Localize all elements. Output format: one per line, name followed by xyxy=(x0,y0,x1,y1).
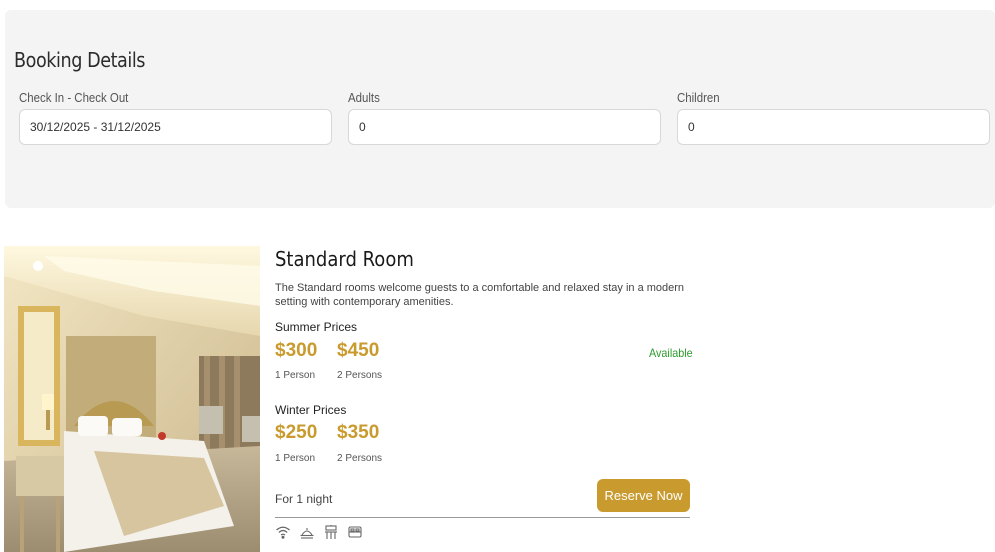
booking-title: Booking Details xyxy=(14,48,146,72)
room-image xyxy=(4,246,260,552)
winter-price-1-person: $250 xyxy=(275,422,318,443)
summer-persons-1-label: 1 Person xyxy=(275,370,316,381)
nights-label: For 1 night xyxy=(275,492,333,506)
summer-prices-label: Summer Prices xyxy=(275,320,358,334)
checkin-checkout-input[interactable]: 30/12/2025 - 31/12/2025 xyxy=(19,109,332,145)
summer-price-2-persons: $450 xyxy=(337,340,380,361)
adults-label: Adults xyxy=(348,90,380,105)
amenity-icons xyxy=(275,524,363,540)
bed-icon xyxy=(347,524,363,540)
winter-price-2-persons: $350 xyxy=(337,422,380,443)
winter-persons-2-label: 2 Persons xyxy=(337,453,383,464)
reserve-now-button[interactable]: Reserve Now xyxy=(597,479,690,512)
adults-input[interactable]: 0 xyxy=(348,109,661,145)
furniture-icon xyxy=(323,524,339,540)
winter-prices-label: Winter Prices xyxy=(275,403,347,417)
availability-status: Available xyxy=(649,346,693,360)
children-label: Children xyxy=(677,90,720,105)
room-description: The Standard rooms welcome guests to a c… xyxy=(275,282,685,308)
winter-persons-1-label: 1 Person xyxy=(275,453,316,464)
summer-persons-2-label: 2 Persons xyxy=(337,370,383,381)
room-service-icon xyxy=(299,524,315,540)
summer-price-1-person: $300 xyxy=(275,340,318,361)
wifi-icon xyxy=(275,524,291,540)
children-input[interactable]: 0 xyxy=(677,109,990,145)
room-title: Standard Room xyxy=(275,247,414,271)
checkin-checkout-label: Check In - Check Out xyxy=(19,90,129,105)
divider xyxy=(275,517,690,518)
